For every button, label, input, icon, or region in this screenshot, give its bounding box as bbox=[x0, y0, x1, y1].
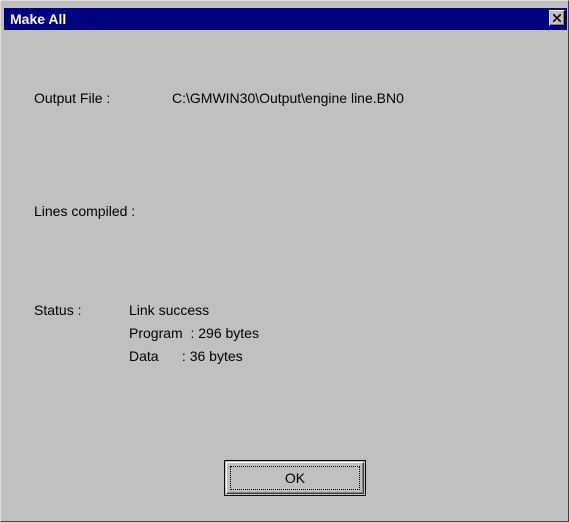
close-button[interactable] bbox=[549, 10, 565, 26]
make-all-dialog: Make All Output File : C:\GMWIN30\Output… bbox=[0, 0, 569, 522]
dialog-title: Make All bbox=[10, 11, 67, 27]
status-link-result: Link success bbox=[129, 302, 210, 318]
status-data-size: Data : 36 bytes bbox=[129, 348, 243, 364]
output-file-label: Output File : bbox=[34, 90, 111, 106]
ok-button-label: OK bbox=[284, 470, 306, 486]
status-label: Status : bbox=[34, 302, 82, 318]
title-bar[interactable]: Make All bbox=[4, 8, 567, 30]
ok-button[interactable]: OK bbox=[224, 460, 366, 496]
close-x-icon bbox=[553, 14, 561, 22]
status-program-size: Program : 296 bytes bbox=[129, 325, 259, 341]
output-file-path: C:\GMWIN30\Output\engine line.BN0 bbox=[172, 90, 404, 106]
lines-compiled-label: Lines compiled : bbox=[34, 203, 136, 219]
